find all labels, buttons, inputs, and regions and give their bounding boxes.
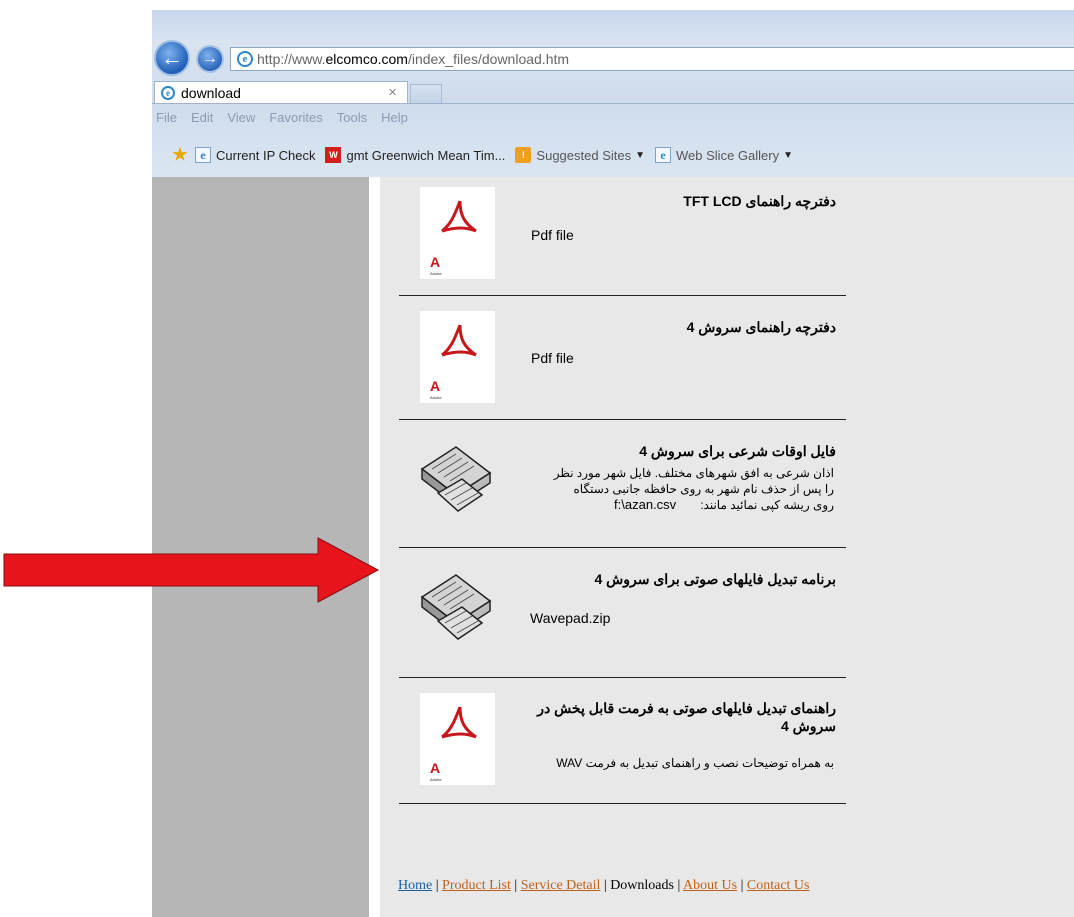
new-tab-button[interactable] xyxy=(410,84,442,104)
svg-text:Adobe: Adobe xyxy=(430,777,442,782)
footer-current-page: Downloads xyxy=(610,878,674,893)
back-arrow-icon: ← xyxy=(161,45,183,70)
suggested-sites-icon: ! xyxy=(515,147,532,163)
download-title: فایل اوقات شرعی برای سروش 4 xyxy=(639,443,836,459)
menu-tools[interactable]: Tools xyxy=(337,110,367,130)
menu-view[interactable]: View xyxy=(227,110,255,130)
tab-close-icon[interactable]: × xyxy=(388,84,397,101)
footer-link-home[interactable]: Home xyxy=(398,878,432,893)
downloads-content: A Adobe دفترچه راهنمای TFT LCD Pdf file A… xyxy=(380,177,1074,917)
footer-link-about-us[interactable]: About Us xyxy=(683,878,737,893)
title-band xyxy=(152,10,1074,40)
menu-file[interactable]: File xyxy=(156,110,177,130)
url-text[interactable]: http://www.elcomco.com/index_files/downl… xyxy=(257,51,569,67)
svg-text:Adobe: Adobe xyxy=(430,271,442,276)
ie-page-icon: e xyxy=(655,147,672,163)
dropdown-caret-icon: ▼ xyxy=(783,149,793,161)
pdf-icon[interactable]: A Adobe xyxy=(420,311,495,403)
favorites-star-icon[interactable]: ★ xyxy=(170,146,190,163)
svg-text:A: A xyxy=(430,378,440,394)
download-title: راهنمای تبدیل فایلهای صوتی به فرمت قابل … xyxy=(537,700,836,734)
svg-text:A: A xyxy=(430,254,440,270)
gmt-icon: W xyxy=(325,147,342,163)
address-bar[interactable]: e http://www.elcomco.com/index_files/dow… xyxy=(230,47,1074,71)
footer-nav: Home | Product List | Service Detail | D… xyxy=(398,878,810,893)
divider xyxy=(399,419,846,420)
device-icon[interactable] xyxy=(412,561,496,645)
device-icon[interactable] xyxy=(412,433,496,517)
footer-link-service-detail[interactable]: Service Detail xyxy=(521,878,601,893)
favorites-bar: ★ e Current IP Check Wgmt Greenwich Mean … xyxy=(170,144,803,166)
ie-page-icon: e xyxy=(237,51,253,67)
divider xyxy=(399,677,846,678)
file-path: f:\azan.csv xyxy=(614,497,677,512)
download-title: برنامه تبدیل فایلهای صوتی برای سروش 4 xyxy=(594,571,836,587)
browser-chrome: ← → e http://www.elcomco.com/index_files… xyxy=(152,10,1074,177)
footer-link-contact-us[interactable]: Contact Us xyxy=(747,878,810,893)
svg-text:A: A xyxy=(430,760,440,776)
download-description: به همراه توضیحات نصب و راهنمای تبدیل به … xyxy=(556,756,834,770)
fav-current-ip-check[interactable]: e Current IP Check xyxy=(195,147,315,163)
download-title: دفترچه راهنمای سروش 4 xyxy=(686,319,836,335)
forward-arrow-icon: → xyxy=(202,50,218,67)
pdf-icon[interactable]: A Adobe xyxy=(420,693,495,785)
fav-gmt[interactable]: Wgmt Greenwich Mean Tim... xyxy=(325,147,505,163)
red-arrow-annotation xyxy=(3,537,380,603)
pdf-icon[interactable]: A Adobe xyxy=(420,187,495,279)
divider xyxy=(399,803,846,804)
svg-text:Adobe: Adobe xyxy=(430,395,442,400)
footer-link-product-list[interactable]: Product List xyxy=(442,878,511,893)
menu-edit[interactable]: Edit xyxy=(191,110,213,130)
ie-tab-icon: e xyxy=(161,86,175,100)
download-title: دفترچه راهنمای TFT LCD xyxy=(683,193,836,209)
forward-button[interactable]: → xyxy=(196,45,224,73)
file-name-link[interactable]: Wavepad.zip xyxy=(530,610,610,626)
dropdown-caret-icon: ▼ xyxy=(635,149,646,161)
back-button[interactable]: ← xyxy=(154,40,190,76)
divider xyxy=(399,547,846,548)
tab-divider xyxy=(152,103,1074,104)
menu-favorites[interactable]: Favorites xyxy=(269,110,322,130)
tab-title: download xyxy=(181,85,241,101)
menu-bar: File Edit View Favorites Tools Help xyxy=(156,110,422,130)
file-type-label: Pdf file xyxy=(531,227,574,243)
file-type-label: Pdf file xyxy=(531,350,574,366)
divider xyxy=(399,295,846,296)
tab-download[interactable]: e download × xyxy=(154,81,408,104)
ie-page-icon: e xyxy=(195,147,211,163)
menu-help[interactable]: Help xyxy=(381,110,408,130)
download-description: اذان شرعی به افق شهرهای مختلف. فایل شهر … xyxy=(553,466,834,512)
fav-web-slice-gallery[interactable]: e Web Slice Gallery ▼ xyxy=(655,147,793,163)
fav-suggested-sites[interactable]: ! Suggested Sites ▼ xyxy=(515,147,645,163)
